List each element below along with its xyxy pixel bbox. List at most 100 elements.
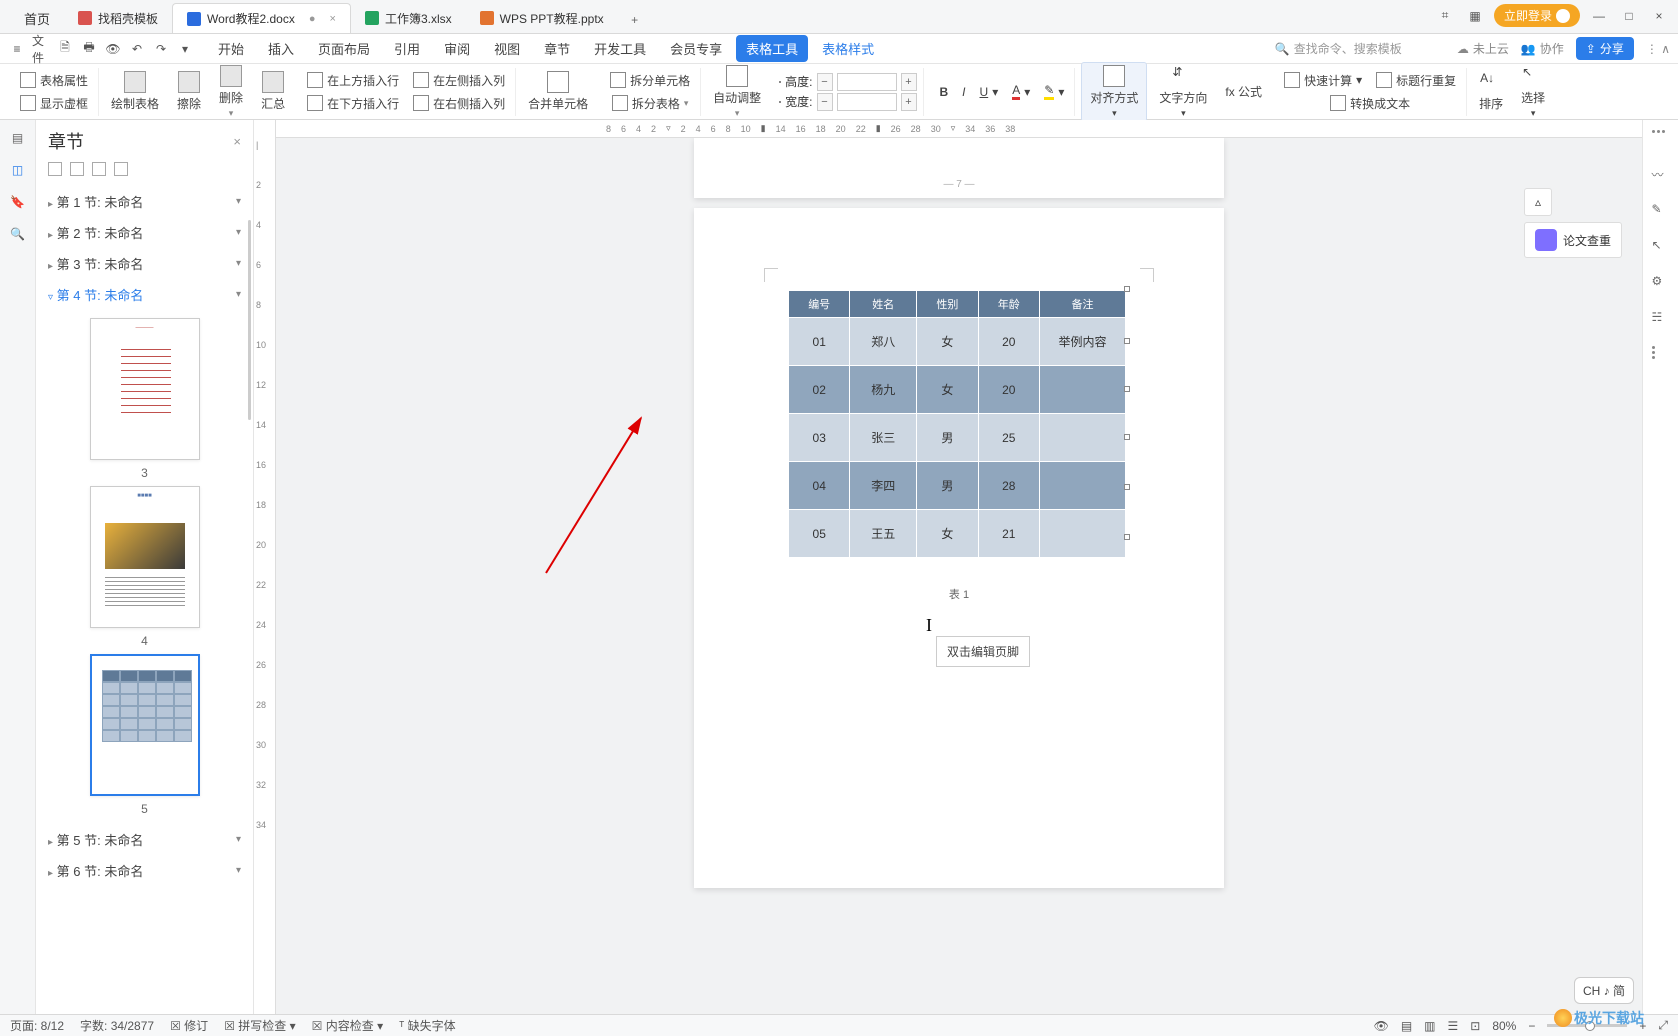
status-track[interactable]: ☒ 修订 (170, 1017, 208, 1034)
col-name[interactable]: 姓名 (850, 291, 917, 318)
cell[interactable]: 女 (917, 366, 978, 414)
tab-table-style[interactable]: 表格样式 (812, 35, 884, 62)
table-handle[interactable] (1124, 338, 1130, 344)
section-item[interactable]: ▸ 第 5 节: 未命名▾ (44, 824, 245, 855)
horizontal-ruler[interactable]: 8642▿246810▮1416182022▮262830▿343638 (276, 120, 1642, 138)
bold-button[interactable]: B (936, 83, 953, 101)
status-page[interactable]: 页面: 8/12 (10, 1017, 64, 1034)
rr-settings-icon[interactable]: ⚙ (1652, 274, 1670, 292)
highlight-button[interactable]: ✎ ▾ (1040, 81, 1068, 102)
table-row[interactable]: 02杨九女20 (789, 366, 1126, 414)
table-handle[interactable] (1124, 286, 1130, 292)
section-item[interactable]: ▸ 第 3 节: 未命名▾ (44, 248, 245, 279)
vertical-ruler[interactable]: |246810121416182022242628303234 (254, 120, 276, 1014)
tab-section[interactable]: 章节 (534, 35, 580, 62)
more-icon[interactable] (1652, 346, 1670, 364)
cell[interactable]: 张三 (850, 414, 917, 462)
section-item-active[interactable]: ▿ 第 4 节: 未命名▾ (44, 279, 245, 310)
rr-style-icon[interactable]: 〰 (1652, 166, 1670, 184)
cell[interactable]: 男 (917, 414, 978, 462)
merge-cells-button[interactable]: 合并单元格 (522, 71, 594, 112)
undo-icon[interactable]: ↶ (128, 40, 146, 58)
cell[interactable]: 20 (978, 318, 1039, 366)
chevron-down-icon[interactable]: ▾ (236, 834, 241, 845)
height-dec[interactable]: − (817, 73, 833, 91)
qa-dropdown-icon[interactable]: ▾ (176, 40, 194, 58)
split-cells-button[interactable]: 拆分单元格 (606, 70, 694, 91)
ime-badge[interactable]: CH ♪ 简 (1574, 977, 1634, 1004)
underline-button[interactable]: U ▾ (976, 83, 1003, 101)
tab-devtools[interactable]: 开发工具 (584, 35, 656, 62)
preview-icon[interactable]: 👁 (104, 40, 122, 58)
tab-sheet[interactable]: 工作簿3.xlsx (351, 3, 466, 33)
font-color-button[interactable]: A ▾ (1008, 81, 1034, 102)
quick-calc-button[interactable]: 快速计算 ▾ (1280, 70, 1366, 91)
sidebar-close-icon[interactable]: × (233, 134, 241, 149)
tab-table-tools[interactable]: 表格工具 (736, 35, 808, 62)
insert-row-below-button[interactable]: 在下方插入行 (303, 93, 403, 114)
tab-view[interactable]: 视图 (484, 35, 530, 62)
col-gender[interactable]: 性别 (917, 291, 978, 318)
tab-review[interactable]: 审阅 (434, 35, 480, 62)
insert-col-left-button[interactable]: 在左侧插入列 (409, 70, 509, 91)
prev-page-footer[interactable]: — 7 — (694, 138, 1224, 198)
cell[interactable]: 女 (917, 318, 978, 366)
table-row[interactable]: 04李四男28 (789, 462, 1126, 510)
close-icon[interactable]: × (330, 13, 336, 25)
cell[interactable]: 01 (789, 318, 850, 366)
status-words[interactable]: 字数: 34/2877 (80, 1017, 154, 1034)
cell[interactable]: 25 (978, 414, 1039, 462)
tab-start[interactable]: 开始 (208, 35, 254, 62)
section-item[interactable]: ▸ 第 6 节: 未命名▾ (44, 855, 245, 886)
sort-button[interactable]: A↓排序 (1473, 71, 1509, 112)
cell[interactable]: 20 (978, 366, 1039, 414)
summary-button[interactable]: 汇总 (255, 71, 291, 112)
view-web-icon[interactable]: ▥ (1424, 1019, 1435, 1033)
col-age[interactable]: 年龄 (978, 291, 1039, 318)
cell[interactable]: 02 (789, 366, 850, 414)
sbt-add-icon[interactable] (92, 162, 106, 176)
table-handle[interactable] (1124, 484, 1130, 490)
status-missing-font[interactable]: ᵀ 缺失字体 (399, 1017, 456, 1034)
sections-icon[interactable]: ◫ (8, 160, 28, 180)
focus-mode-icon[interactable]: ⊡ (1470, 1019, 1480, 1033)
page-scroll[interactable]: — 7 — 编号 姓名 性别 年龄 备注 01郑八女20举例内容 02杨九女20… (276, 138, 1642, 1014)
bookmark-icon[interactable]: 🔖 (8, 192, 28, 212)
to-text-button[interactable]: 转换成文本 (1326, 93, 1414, 114)
layout-icon-1[interactable]: ⌗ (1434, 5, 1456, 27)
document-table[interactable]: 编号 姓名 性别 年龄 备注 01郑八女20举例内容 02杨九女20 03张三男… (788, 290, 1126, 558)
chevron-down-icon[interactable]: ▾ (236, 258, 241, 269)
indent-marker[interactable]: ▿ (666, 123, 671, 134)
view-outline-icon[interactable]: ☰ (1448, 1019, 1459, 1033)
tab-reference[interactable]: 引用 (384, 35, 430, 62)
cell[interactable]: 杨九 (850, 366, 917, 414)
show-gridlines-button[interactable]: 显示虚框 (16, 93, 92, 114)
table-row[interactable]: 03张三男25 (789, 414, 1126, 462)
login-button[interactable]: 立即登录 (1494, 4, 1580, 27)
window-close-button[interactable]: × (1648, 5, 1670, 27)
tab-insert[interactable]: 插入 (258, 35, 304, 62)
section-item[interactable]: ▸ 第 2 节: 未命名▾ (44, 217, 245, 248)
search-rail-icon[interactable]: 🔍 (8, 224, 28, 244)
view-print-icon[interactable]: ▤ (1401, 1019, 1412, 1033)
table-row[interactable]: 05王五女21 (789, 510, 1126, 558)
col-note[interactable]: 备注 (1040, 291, 1126, 318)
sidebar-scrollbar[interactable] (248, 220, 251, 420)
print-icon[interactable]: 🖶 (80, 40, 98, 58)
rr-select-icon[interactable]: ↖ (1652, 238, 1670, 256)
cell[interactable]: 03 (789, 414, 850, 462)
insert-col-right-button[interactable]: 在右侧插入列 (409, 93, 509, 114)
tab-member[interactable]: 会员专享 (660, 35, 732, 62)
tab-ppt[interactable]: WPS PPT教程.pptx (466, 3, 618, 33)
paper-check-button[interactable]: 论文查重 (1524, 222, 1622, 258)
cloud-status[interactable]: ☁未上云 (1457, 40, 1509, 57)
align-button[interactable]: 对齐方式▾ (1081, 62, 1147, 122)
sbt-collapse-icon[interactable] (48, 162, 62, 176)
indent-marker[interactable]: ▿ (951, 123, 956, 134)
cell[interactable]: 女 (917, 510, 978, 558)
cell[interactable]: 05 (789, 510, 850, 558)
zoom-value[interactable]: 80% (1492, 1019, 1516, 1033)
outline-icon[interactable]: ▤ (8, 128, 28, 148)
autofit-button[interactable]: 自动调整▾ (707, 65, 767, 119)
table-header-row[interactable]: 编号 姓名 性别 年龄 备注 (789, 291, 1126, 318)
